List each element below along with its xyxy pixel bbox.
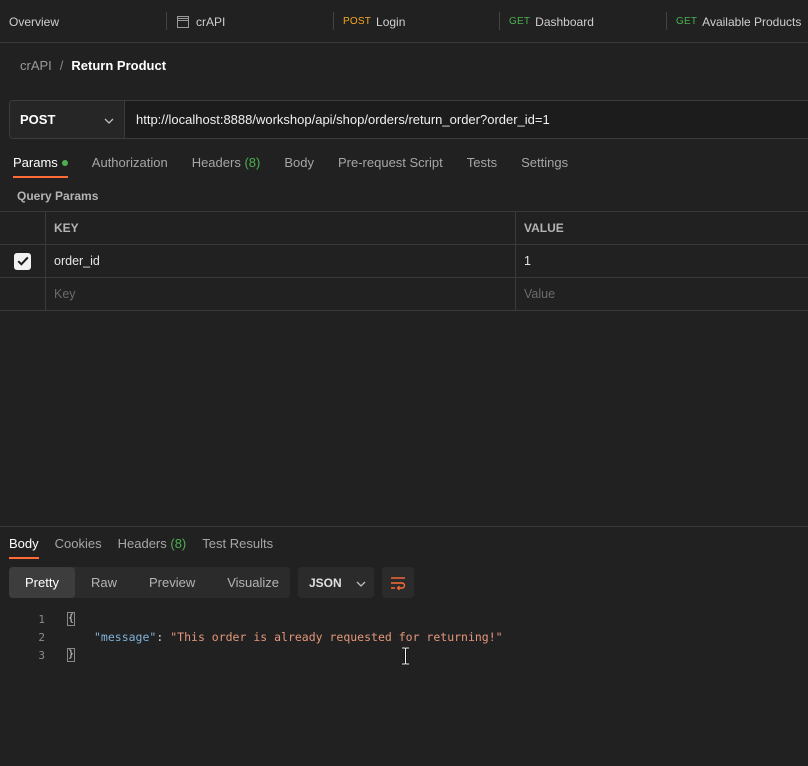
wrap-lines-icon [391, 576, 406, 590]
view-raw-button[interactable]: Raw [75, 567, 133, 598]
request-tab-strip: Overview crAPI POST Login GET Dashboard … [0, 0, 808, 43]
key-column-header: KEY [46, 211, 516, 245]
wrap-lines-button[interactable] [382, 567, 414, 598]
tab-label: Tests [466, 155, 498, 170]
view-preview-button[interactable]: Preview [133, 567, 211, 598]
tab-login[interactable]: POST Login [334, 0, 500, 43]
tab-label: Authorization [91, 155, 168, 170]
param-enabled-cell [0, 277, 46, 311]
request-bar: POST [9, 100, 808, 139]
param-value-cell[interactable]: 1 [516, 245, 808, 278]
tab-tests[interactable]: Tests [467, 148, 497, 178]
tab-label: Cookies [54, 536, 102, 551]
headers-count: (8) [170, 536, 187, 551]
tab-label: Pre-request Script [337, 155, 443, 170]
view-visualize-button[interactable]: Visualize [211, 567, 295, 598]
param-enabled-checkbox[interactable] [14, 252, 31, 270]
table-row: order_id 1 [0, 244, 808, 278]
line-number: 3 [38, 648, 45, 662]
collection-icon [176, 15, 190, 28]
tab-headers[interactable]: Headers (8) [192, 148, 261, 178]
fold-marker[interactable]: { [65, 612, 77, 626]
tab-label: Headers [117, 536, 167, 551]
headers-count: (8) [244, 155, 261, 170]
request-name[interactable]: Return Product [71, 58, 166, 73]
json-string-value: "This order is already requested for ret… [170, 630, 503, 644]
tab-params[interactable]: Params [13, 148, 68, 178]
tab-dashboard[interactable]: GET Dashboard [500, 0, 667, 43]
request-tabs: Params Authorization Headers (8) Body Pr… [13, 148, 592, 178]
tab-label: Overview [9, 14, 60, 29]
tab-label: Params [13, 155, 58, 170]
tab-label: Dashboard [535, 14, 594, 29]
tab-prerequest-script[interactable]: Pre-request Script [338, 148, 443, 178]
view-pretty-button[interactable]: Pretty [9, 567, 75, 598]
param-key-cell[interactable]: order_id [46, 244, 516, 278]
tab-overview[interactable]: Overview [0, 0, 167, 43]
breadcrumb: crAPI / Return Product [20, 58, 166, 73]
chevron-down-icon [104, 112, 114, 127]
tab-authorization[interactable]: Authorization [92, 148, 168, 178]
response-format-select[interactable]: JSON [298, 567, 374, 598]
response-tab-cookies[interactable]: Cookies [55, 529, 102, 559]
response-tab-body[interactable]: Body [9, 529, 39, 559]
params-indicator-dot [61, 159, 68, 166]
new-value-input[interactable]: Value [516, 278, 808, 311]
tab-label: Body [9, 536, 39, 551]
tab-label: Headers [191, 155, 241, 170]
tab-crapi[interactable]: crAPI [167, 0, 334, 43]
method-badge: GET [509, 16, 531, 27]
fold-marker[interactable]: } [65, 648, 77, 662]
tab-settings[interactable]: Settings [521, 148, 568, 178]
code-line: 1 { [0, 610, 808, 628]
text-cursor-icon [401, 646, 410, 666]
check-icon [17, 256, 29, 266]
query-params-table: KEY VALUE order_id 1 Key Value [0, 211, 808, 311]
chevron-down-icon [356, 575, 366, 590]
tab-label: Test Results [202, 536, 274, 551]
response-tab-test-results[interactable]: Test Results [202, 529, 273, 559]
table-row-empty: Key Value [0, 277, 808, 311]
response-divider[interactable] [0, 526, 808, 527]
tab-label: Settings [521, 155, 569, 170]
tab-body[interactable]: Body [284, 148, 314, 178]
line-number: 2 [38, 630, 45, 644]
value-column-header: VALUE [524, 221, 564, 235]
tab-label: crAPI [196, 14, 226, 29]
open-brace: { [67, 612, 75, 626]
breadcrumb-collection[interactable]: crAPI [20, 58, 52, 73]
tab-label: Available Products [702, 14, 802, 29]
code-line: 2 "message" : "This order is already req… [0, 628, 808, 646]
param-enabled-cell [0, 244, 46, 278]
query-params-title: Query Params [17, 189, 99, 203]
method-badge: POST [343, 16, 372, 27]
method-select[interactable]: POST [10, 101, 125, 138]
response-tab-headers[interactable]: Headers (8) [118, 529, 187, 559]
tab-label: Body [284, 155, 314, 170]
breadcrumb-separator: / [59, 58, 64, 73]
tab-label: Login [376, 14, 406, 29]
response-tabs: Body Cookies Headers (8) Test Results [9, 529, 289, 559]
json-key: "message" [94, 630, 157, 644]
new-key-input[interactable]: Key [46, 277, 516, 311]
method-badge: GET [676, 16, 698, 27]
line-number: 1 [38, 612, 45, 626]
json-colon: : [156, 630, 164, 644]
check-column-header [0, 211, 46, 245]
method-value: POST [20, 112, 56, 127]
tab-available-products[interactable]: GET Available Products [667, 0, 808, 43]
format-value: JSON [309, 575, 342, 590]
table-header-row: KEY VALUE [0, 211, 808, 245]
response-view-mode-group: Pretty Raw Preview Visualize [9, 567, 290, 598]
close-brace: } [67, 648, 75, 662]
url-input[interactable] [125, 101, 808, 138]
